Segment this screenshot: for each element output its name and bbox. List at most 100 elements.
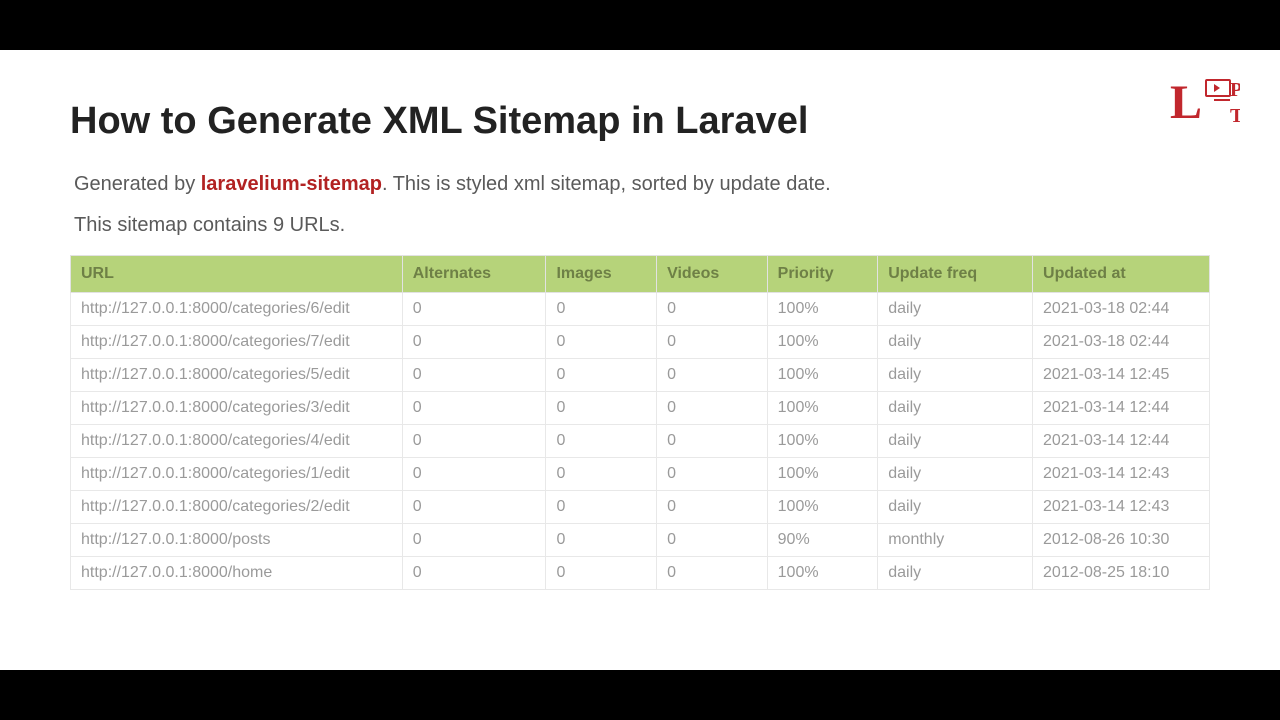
cell-alternates: 0 xyxy=(402,524,546,557)
url-link[interactable]: http://127.0.0.1:8000/categories/4/edit xyxy=(81,432,350,449)
cell-updated: 2021-03-14 12:43 xyxy=(1033,491,1210,524)
cell-priority: 100% xyxy=(767,458,878,491)
cell-freq: daily xyxy=(878,425,1033,458)
cell-videos: 0 xyxy=(657,458,768,491)
page-content: L P T How to Generate XML Sitemap in Lar… xyxy=(0,50,1280,670)
col-updated: Updated at xyxy=(1033,256,1210,293)
cell-updated: 2021-03-18 02:44 xyxy=(1033,326,1210,359)
table-row: http://127.0.0.1:8000/posts00090%monthly… xyxy=(71,524,1210,557)
cell-alternates: 0 xyxy=(402,359,546,392)
cell-url: http://127.0.0.1:8000/categories/3/edit xyxy=(71,392,403,425)
col-alternates: Alternates xyxy=(402,256,546,293)
cell-updated: 2021-03-14 12:45 xyxy=(1033,359,1210,392)
url-link[interactable]: http://127.0.0.1:8000/categories/1/edit xyxy=(81,465,350,482)
cell-url: http://127.0.0.1:8000/categories/5/edit xyxy=(71,359,403,392)
cell-freq: daily xyxy=(878,359,1033,392)
cell-images: 0 xyxy=(546,524,657,557)
sitemap-table: URL Alternates Images Videos Priority Up… xyxy=(70,255,1210,590)
cell-url: http://127.0.0.1:8000/home xyxy=(71,557,403,590)
cell-freq: daily xyxy=(878,392,1033,425)
url-link[interactable]: http://127.0.0.1:8000/categories/6/edit xyxy=(81,300,350,317)
table-header-row: URL Alternates Images Videos Priority Up… xyxy=(71,256,1210,293)
cell-priority: 100% xyxy=(767,425,878,458)
col-freq: Update freq xyxy=(878,256,1033,293)
cell-images: 0 xyxy=(546,458,657,491)
col-images: Images xyxy=(546,256,657,293)
url-count: This sitemap contains 9 URLs. xyxy=(74,214,1210,237)
cell-images: 0 xyxy=(546,491,657,524)
col-priority: Priority xyxy=(767,256,878,293)
cell-freq: daily xyxy=(878,557,1033,590)
cell-url: http://127.0.0.1:8000/categories/7/edit xyxy=(71,326,403,359)
generated-suffix: . This is styled xml sitemap, sorted by … xyxy=(382,173,831,195)
generator-link[interactable]: laravelium-sitemap xyxy=(201,173,382,195)
cell-videos: 0 xyxy=(657,326,768,359)
cell-alternates: 0 xyxy=(402,557,546,590)
table-row: http://127.0.0.1:8000/categories/1/edit 0… xyxy=(71,458,1210,491)
table-row: http://127.0.0.1:8000/home000100%daily20… xyxy=(71,557,1210,590)
table-row: http://127.0.0.1:8000/categories/7/edit 0… xyxy=(71,326,1210,359)
table-row: http://127.0.0.1:8000/categories/3/edit 0… xyxy=(71,392,1210,425)
cell-priority: 100% xyxy=(767,293,878,326)
cell-freq: daily xyxy=(878,326,1033,359)
url-link[interactable]: http://127.0.0.1:8000/posts xyxy=(81,531,270,548)
table-row: http://127.0.0.1:8000/categories/2/edit 0… xyxy=(71,491,1210,524)
col-url: URL xyxy=(71,256,403,293)
cell-videos: 0 xyxy=(657,524,768,557)
cell-alternates: 0 xyxy=(402,458,546,491)
cell-priority: 100% xyxy=(767,491,878,524)
svg-text:P: P xyxy=(1230,79,1240,101)
cell-url: http://127.0.0.1:8000/categories/6/edit xyxy=(71,293,403,326)
cell-priority: 100% xyxy=(767,557,878,590)
cell-images: 0 xyxy=(546,326,657,359)
cell-alternates: 0 xyxy=(402,326,546,359)
cell-priority: 100% xyxy=(767,359,878,392)
cell-updated: 2012-08-26 10:30 xyxy=(1033,524,1210,557)
cell-freq: daily xyxy=(878,491,1033,524)
cell-freq: daily xyxy=(878,458,1033,491)
cell-alternates: 0 xyxy=(402,293,546,326)
cell-videos: 0 xyxy=(657,293,768,326)
cell-url: http://127.0.0.1:8000/categories/4/edit xyxy=(71,425,403,458)
brand-logo: L P T xyxy=(1170,70,1240,140)
cell-priority: 100% xyxy=(767,326,878,359)
cell-videos: 0 xyxy=(657,491,768,524)
generated-prefix: Generated by xyxy=(74,173,201,195)
cell-videos: 0 xyxy=(657,557,768,590)
col-videos: Videos xyxy=(657,256,768,293)
url-link[interactable]: http://127.0.0.1:8000/categories/7/edit xyxy=(81,333,350,350)
cell-url: http://127.0.0.1:8000/categories/2/edit xyxy=(71,491,403,524)
cell-images: 0 xyxy=(546,557,657,590)
svg-text:T: T xyxy=(1230,105,1240,127)
cell-images: 0 xyxy=(546,425,657,458)
cell-updated: 2021-03-14 12:43 xyxy=(1033,458,1210,491)
url-link[interactable]: http://127.0.0.1:8000/home xyxy=(81,564,272,581)
cell-updated: 2021-03-14 12:44 xyxy=(1033,392,1210,425)
cell-images: 0 xyxy=(546,359,657,392)
cell-freq: monthly xyxy=(878,524,1033,557)
generated-description: Generated by laravelium-sitemap. This is… xyxy=(74,173,1210,196)
cell-alternates: 0 xyxy=(402,425,546,458)
url-link[interactable]: http://127.0.0.1:8000/categories/3/edit xyxy=(81,399,350,416)
cell-updated: 2012-08-25 18:10 xyxy=(1033,557,1210,590)
url-link[interactable]: http://127.0.0.1:8000/categories/5/edit xyxy=(81,366,350,383)
cell-updated: 2021-03-14 12:44 xyxy=(1033,425,1210,458)
url-link[interactable]: http://127.0.0.1:8000/categories/2/edit xyxy=(81,498,350,515)
cell-images: 0 xyxy=(546,392,657,425)
cell-videos: 0 xyxy=(657,425,768,458)
cell-url: http://127.0.0.1:8000/categories/1/edit xyxy=(71,458,403,491)
cell-url: http://127.0.0.1:8000/posts xyxy=(71,524,403,557)
cell-images: 0 xyxy=(546,293,657,326)
cell-priority: 90% xyxy=(767,524,878,557)
cell-alternates: 0 xyxy=(402,392,546,425)
table-row: http://127.0.0.1:8000/categories/5/edit 0… xyxy=(71,359,1210,392)
cell-updated: 2021-03-18 02:44 xyxy=(1033,293,1210,326)
page-title: How to Generate XML Sitemap in Laravel xyxy=(70,100,1210,143)
cell-alternates: 0 xyxy=(402,491,546,524)
cell-priority: 100% xyxy=(767,392,878,425)
cell-videos: 0 xyxy=(657,392,768,425)
svg-text:L: L xyxy=(1170,76,1202,129)
cell-videos: 0 xyxy=(657,359,768,392)
table-row: http://127.0.0.1:8000/categories/6/edit 0… xyxy=(71,293,1210,326)
cell-freq: daily xyxy=(878,293,1033,326)
